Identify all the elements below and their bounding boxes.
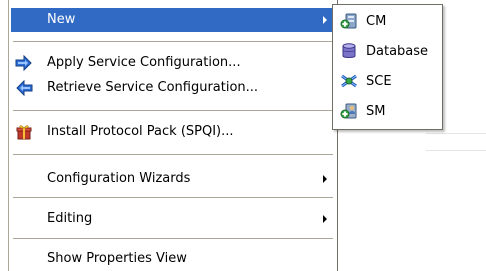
submenu-item-sm[interactable]: SM [334, 97, 441, 127]
context-menu: New Apply Service Configuration... Retri… [8, 0, 338, 271]
menu-item-apply-service-configuration[interactable]: Apply Service Configuration... [11, 51, 335, 75]
submenu-item-label: CM [366, 14, 387, 29]
database-icon [340, 43, 358, 59]
submenu-arrow-icon [323, 175, 327, 183]
gift-box-icon [15, 124, 33, 140]
background-line [426, 150, 486, 151]
background-line [426, 133, 486, 134]
menu-separator [13, 238, 333, 239]
menu-item-show-properties-view[interactable]: Show Properties View [11, 247, 335, 271]
menu-separator [13, 110, 333, 111]
menu-item-retrieve-service-configuration[interactable]: Retrieve Service Configuration... [11, 76, 335, 100]
menu-item-label: Editing [47, 211, 93, 226]
menu-item-editing[interactable]: Editing [11, 207, 335, 231]
menu-item-label: Configuration Wizards [47, 171, 191, 186]
submenu-arrow-icon [323, 215, 327, 223]
menu-item-configuration-wizards[interactable]: Configuration Wizards [11, 167, 335, 191]
menu-separator [13, 197, 333, 198]
menu-item-new[interactable]: New [11, 8, 335, 32]
submenu-arrow-icon [323, 16, 327, 24]
submenu-item-sce[interactable]: SCE [334, 67, 441, 97]
submenu-item-database[interactable]: Database [334, 37, 441, 67]
screen: New Apply Service Configuration... Retri… [0, 0, 486, 271]
menu-separator [13, 41, 333, 42]
submenu-item-label: Database [366, 44, 429, 59]
retrieve-arrows-icon [15, 80, 33, 96]
sce-icon [340, 73, 358, 89]
menu-separator [13, 154, 333, 155]
submenu-item-label: SCE [366, 74, 392, 89]
submenu-item-label: SM [366, 104, 386, 119]
menu-item-label: New [47, 12, 76, 27]
menu-item-label: Retrieve Service Configuration... [47, 80, 259, 95]
sm-server-icon [340, 103, 358, 119]
menu-item-label: Install Protocol Pack (SPQI)... [47, 124, 234, 139]
menu-item-install-protocol-pack[interactable]: Install Protocol Pack (SPQI)... [11, 120, 335, 144]
cm-server-icon [340, 13, 358, 29]
menu-item-label: Apply Service Configuration... [47, 55, 241, 70]
new-submenu: CM Database SCE SM [332, 4, 443, 130]
submenu-item-cm[interactable]: CM [334, 7, 441, 37]
menu-item-label: Show Properties View [47, 251, 187, 266]
apply-arrows-icon [15, 55, 33, 71]
